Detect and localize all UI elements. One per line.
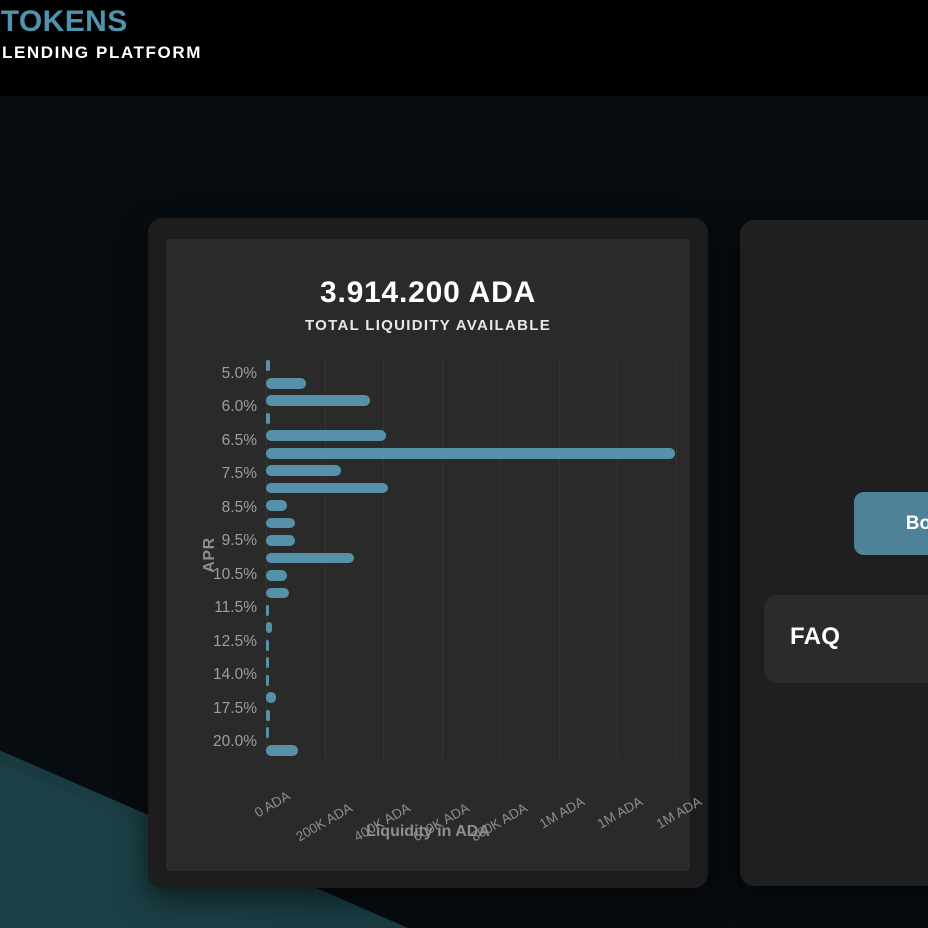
chart-bar[interactable] xyxy=(266,412,270,424)
chart-bar[interactable] xyxy=(266,430,387,442)
chart-bar[interactable] xyxy=(266,570,287,581)
total-liquidity-value: 3.914.200 ADA xyxy=(319,276,537,309)
chart-bar[interactable] xyxy=(266,465,341,477)
faq-title: FAQ xyxy=(790,623,841,650)
borrow-button[interactable]: Borrow xyxy=(854,492,928,555)
chart-bar[interactable] xyxy=(266,552,354,564)
chart-bar[interactable] xyxy=(266,535,296,546)
chart-panel: 3.914.200 ADA TOTAL LIQUIDITY AVAILABLE … xyxy=(166,239,704,871)
y-axis-tick-label: 20.0% xyxy=(213,733,257,751)
chart-bar[interactable] xyxy=(266,377,306,389)
bar-chart-plot-area: 0 ADA 200K ADA 400K ADA 600K ADA 800K ADA 1M … xyxy=(213,357,704,844)
x-gridline xyxy=(500,357,502,759)
chart-bar[interactable] xyxy=(266,744,299,756)
brand-tagline: LENDING PLATFORM xyxy=(2,43,202,62)
chart-bar[interactable] xyxy=(266,674,269,686)
chart-bar[interactable] xyxy=(266,622,273,634)
y-axis-tick-label: 9.5% xyxy=(221,532,257,550)
y-axis-tick-label: 5.0% xyxy=(221,364,257,382)
y-axis-tick-label: 6.5% xyxy=(221,431,257,449)
liquidity-chart-card: 3.914.200 ADA TOTAL LIQUIDITY AVAILABLE … xyxy=(148,218,708,888)
chart-bar[interactable] xyxy=(266,657,269,669)
chart-bar[interactable] xyxy=(266,639,269,651)
x-axis-title: Liquidity in ADA xyxy=(366,823,490,840)
y-axis-tick-label: 8.5% xyxy=(221,498,257,516)
app-root: dTOKENS LENDING PLATFORM 3.914.200 ADA T… xyxy=(0,0,928,928)
y-axis-tick-label: 7.5% xyxy=(221,465,257,483)
y-axis-tick-label: 17.5% xyxy=(213,699,257,717)
chart-bar[interactable] xyxy=(266,709,270,721)
chart-bar[interactable] xyxy=(266,447,675,459)
y-axis-tick-label: 14.0% xyxy=(213,666,257,684)
chart-bar[interactable] xyxy=(266,587,290,599)
chart-bar[interactable] xyxy=(266,727,269,739)
brand-name: TOKENS xyxy=(0,5,128,38)
chart-bar[interactable] xyxy=(266,517,296,529)
actions-card: Borrow FAQ xyxy=(740,220,928,886)
x-gridline xyxy=(558,357,560,759)
chart-bar[interactable] xyxy=(266,482,388,494)
chart-bar[interactable] xyxy=(266,692,276,704)
total-liquidity-caption: TOTAL LIQUIDITY AVAILABLE xyxy=(304,317,552,334)
chart-bar[interactable] xyxy=(266,395,370,407)
y-axis-tick-label: 6.0% xyxy=(221,398,257,416)
top-header-bar: dTOKENS LENDING PLATFORM xyxy=(0,0,928,96)
chart-bar[interactable] xyxy=(266,360,270,372)
x-gridline xyxy=(441,357,443,759)
faq-card[interactable]: FAQ xyxy=(764,595,928,683)
x-gridline xyxy=(383,357,385,759)
y-axis-tick-label: 12.5% xyxy=(213,632,257,650)
y-axis-tick-label: 10.5% xyxy=(213,565,257,583)
x-gridline xyxy=(676,357,677,759)
y-axis-tick-label: 11.5% xyxy=(214,599,257,617)
x-axis-tick-label: 0 ADA xyxy=(251,788,293,821)
x-gridline xyxy=(617,357,619,759)
chart-bar[interactable] xyxy=(266,605,269,616)
brand-title: dTOKENS xyxy=(0,4,202,40)
brand-logo[interactable]: dTOKENS LENDING PLATFORM xyxy=(0,4,202,66)
chart-bar[interactable] xyxy=(266,500,287,511)
